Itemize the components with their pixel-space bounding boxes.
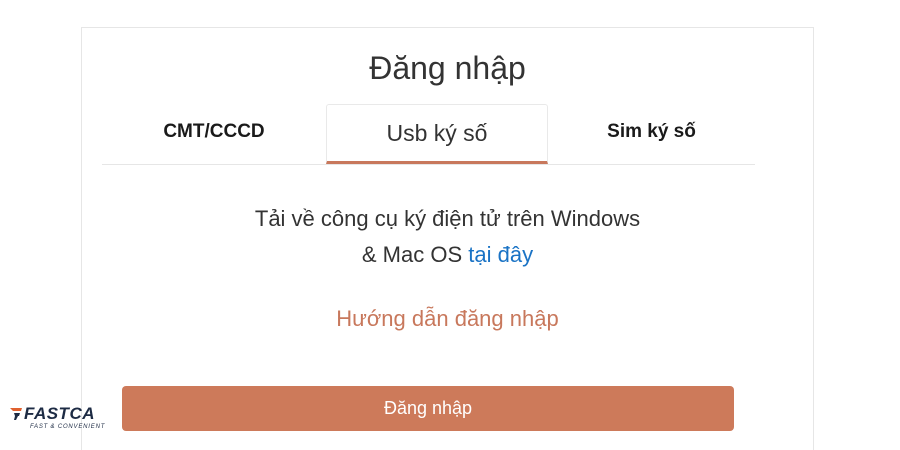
login-button[interactable]: Đăng nhập: [122, 386, 734, 431]
download-info: Tải về công cụ ký điện tử trên Windows &…: [82, 201, 813, 273]
page: Đăng nhập CMT/CCCD Usb ký số Sim ký số T…: [0, 0, 900, 450]
login-guide-link[interactable]: Hướng dẫn đăng nhập: [82, 306, 813, 332]
logo-wordmark: FASTCA: [24, 404, 95, 423]
download-link[interactable]: tại đây: [468, 242, 533, 267]
fastca-logo: FASTCA FAST & CONVENIENT: [10, 404, 110, 434]
login-card: Đăng nhập CMT/CCCD Usb ký số Sim ký số T…: [81, 27, 814, 450]
download-info-line2: & Mac OS tại đây: [82, 237, 813, 273]
logo-tagline: FAST & CONVENIENT: [30, 424, 106, 430]
download-info-prefix: & Mac OS: [361, 242, 463, 267]
page-title: Đăng nhập: [369, 50, 526, 86]
tab-usb-ky-so[interactable]: Usb ký số: [326, 104, 548, 164]
tab-cmt-cccd[interactable]: CMT/CCCD: [102, 104, 326, 164]
tab-sim-ky-so[interactable]: Sim ký số: [548, 104, 755, 164]
login-method-tabs: CMT/CCCD Usb ký số Sim ký số: [102, 104, 755, 165]
fastca-logo-mark-icon: [10, 408, 22, 420]
download-info-line1: Tải về công cụ ký điện tử trên Windows: [254, 206, 641, 231]
